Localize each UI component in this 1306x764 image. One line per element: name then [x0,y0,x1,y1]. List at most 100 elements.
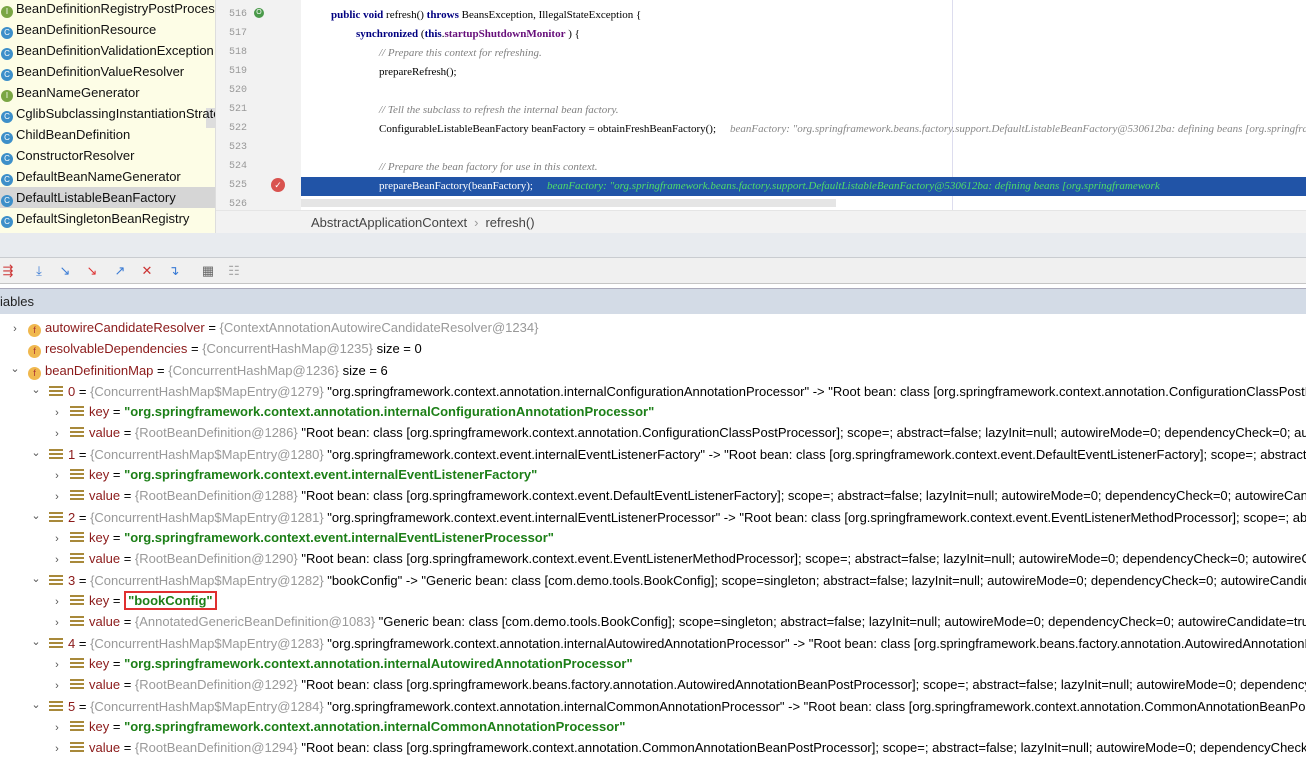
chevron-right-icon[interactable]: › [8,319,22,340]
chevron-down-icon[interactable]: ⌄ [29,506,43,527]
code-line[interactable] [301,139,1306,158]
chevron-down-icon[interactable]: ⌄ [8,359,22,380]
code-line[interactable]: // Prepare the bean factory for use in t… [301,158,1306,177]
variable-row[interactable]: ⌄ 4 = {ConcurrentHashMap$MapEntry@1283} "… [29,632,1306,653]
class-list[interactable]: I BeanDefinitionRegistryPostProcess C BeanD… [0,0,216,233]
chevron-right-icon[interactable]: › [50,466,64,487]
variable-row[interactable]: › key = "org.springframework.context.even… [50,527,554,548]
trace-icon[interactable]: ☷ [226,263,242,279]
code-line[interactable]: public void refresh() throws BeansExcept… [301,6,1306,25]
breadcrumb-class[interactable]: AbstractApplicationContext [311,215,467,230]
chevron-down-icon[interactable]: ⌄ [29,443,43,464]
variable-type: {RootBeanDefinition@1288} [134,488,298,503]
chevron-right-icon[interactable]: › [50,403,64,424]
variable-row[interactable]: › key = "org.springframework.context.even… [50,464,537,485]
entry-icon [70,490,84,501]
code-line[interactable]: ConfigurableListableBeanFactory beanFact… [301,120,1306,139]
variable-row[interactable]: › value = {AnnotatedGenericBeanDefinition… [50,611,1306,632]
class-list-item[interactable]: I BeanNameGenerator [0,82,215,103]
drop-frame-icon[interactable]: ✕ [139,263,155,279]
chevron-right-icon[interactable]: › [50,718,64,739]
chevron-down-icon[interactable]: ⌄ [29,632,43,653]
code-token: // Prepare the bean factory for use in t… [379,161,598,173]
variable-row[interactable]: ⌄ 3 = {ConcurrentHashMap$MapEntry@1282} "… [29,569,1306,590]
class-list-item[interactable]: I BeanDefinitionRegistryPostProcess [0,0,215,19]
variable-row[interactable]: ⌄ 1 = {ConcurrentHashMap$MapEntry@1280} "… [29,443,1306,464]
variable-name: key [89,530,110,545]
code-token: prepareBeanFactory(beanFactory); [379,180,533,192]
variable-row[interactable]: › key = "org.springframework.context.anno… [50,653,632,676]
chevron-right-icon[interactable]: › [50,424,64,445]
equals-sign: = [109,719,125,734]
variables-tree[interactable]: › f autowireCandidateResolver = {ContextAn… [0,317,1306,764]
run-to-cursor-icon[interactable]: ↴ [166,263,182,279]
class-icon: C [1,132,13,144]
chevron-down-icon[interactable]: ⌄ [29,695,43,716]
class-list-item[interactable]: C ChildBeanDefinition [0,124,215,145]
line-number: 523 [229,142,248,153]
chevron-right-icon[interactable]: › [50,676,64,697]
class-list-item[interactable]: C BeanDefinitionValidationException [0,40,215,61]
class-name: DefaultListableBeanFactory [16,190,176,205]
variable-row[interactable]: › value = {RootBeanDefinition@1290} "Root… [50,548,1306,569]
variable-row[interactable]: f resolvableDependencies = {ConcurrentHas… [8,338,422,359]
code-line[interactable] [301,82,1306,101]
class-list-item[interactable]: C DefaultListableBeanFactory [0,187,215,208]
step-over-icon[interactable]: ⤓ [31,263,47,279]
current-execution-line[interactable]: prepareBeanFactory(beanFactory); beanFact… [301,177,1306,196]
variable-row[interactable]: › f autowireCandidateResolver = {ContextAn… [8,317,538,338]
breakpoint-icon[interactable]: ✓ [271,178,285,192]
code-line[interactable]: // Tell the subclass to refresh the inte… [301,101,1306,120]
variable-name: value [89,488,121,503]
variable-row[interactable]: › value = {RootBeanDefinition@1292} "Root… [50,674,1306,695]
variable-row[interactable]: ⌄ 2 = {ConcurrentHashMap$MapEntry@1281} "… [29,506,1306,527]
code-token: ) { [565,28,580,40]
variable-row[interactable]: › value = {RootBeanDefinition@1294} "Root… [50,737,1306,758]
class-list-item[interactable]: C CglibSubclassingInstantiationStrate [0,103,215,124]
chevron-right-icon[interactable]: › [50,487,64,508]
chevron-right-icon[interactable]: › [50,613,64,634]
class-name: DefaultBeanNameGenerator [16,169,181,184]
code-line[interactable] [301,196,1306,215]
chevron-right-icon[interactable]: › [50,550,64,571]
variable-name: key [89,467,110,482]
step-out-icon[interactable]: ↗ [112,263,128,279]
force-step-into-icon[interactable]: ↘ [84,263,100,279]
class-list-item[interactable]: C BeanDefinitionResource [0,19,215,40]
class-icon: C [1,69,13,81]
variable-value: "Root bean: class [org.springframework.b… [297,677,1306,692]
class-list-item[interactable]: C BeanDefinitionValueResolver [0,61,215,82]
variable-type: {RootBeanDefinition@1294} [134,740,298,755]
step-into-icon[interactable]: ↘ [57,263,73,279]
variable-row[interactable]: ⌄ f beanDefinitionMap = {ConcurrentHashMap… [8,359,388,380]
chevron-down-icon[interactable]: ⌄ [29,569,43,590]
variable-row[interactable]: › key = "org.springframework.context.anno… [50,716,625,737]
variable-row[interactable]: › key = "org.springframework.context.anno… [50,401,654,422]
class-list-item[interactable]: C DefaultSingletonBeanRegistry [0,208,215,229]
debug-panel-header [0,233,1306,258]
entry-icon [70,595,84,606]
chevron-down-icon[interactable]: ⌄ [29,380,43,401]
chevron-right-icon[interactable]: › [50,529,64,550]
variable-value: "org.springframework.context.event.inter… [323,510,1306,525]
variable-row[interactable]: › key = "bookConfig" [50,590,217,611]
equals-sign: = [109,467,125,482]
variable-row[interactable]: ⌄ 5 = {ConcurrentHashMap$MapEntry@1284} "… [29,695,1306,716]
chevron-right-icon[interactable]: › [50,655,64,676]
code-line[interactable]: prepareRefresh(); [301,63,1306,82]
show-execution-point-icon[interactable]: ⇶ [0,263,16,279]
evaluate-expression-icon[interactable]: ▦ [200,263,216,279]
class-list-item[interactable]: C ConstructorResolver [0,145,215,166]
code-line[interactable]: synchronized (this.startupShutdownMonito… [301,25,1306,44]
class-list-item[interactable]: C DefaultBeanNameGenerator [0,166,215,187]
variable-row[interactable]: › value = {RootBeanDefinition@1286} "Root… [50,422,1306,443]
variable-value: "org.springframework.context.annotation.… [323,699,1306,714]
chevron-right-icon[interactable]: › [50,739,64,760]
breadcrumb-method[interactable]: refresh() [485,215,534,230]
variable-row[interactable]: ⌄ 0 = {ConcurrentHashMap$MapEntry@1279} "… [29,380,1306,401]
variable-row[interactable]: › value = {RootBeanDefinition@1288} "Root… [50,485,1306,506]
chevron-right-icon[interactable]: › [50,592,64,613]
code-line[interactable]: // Prepare this context for refreshing. [301,44,1306,63]
variable-type: {RootBeanDefinition@1292} [134,677,298,692]
code-token: synchronized [356,28,421,40]
